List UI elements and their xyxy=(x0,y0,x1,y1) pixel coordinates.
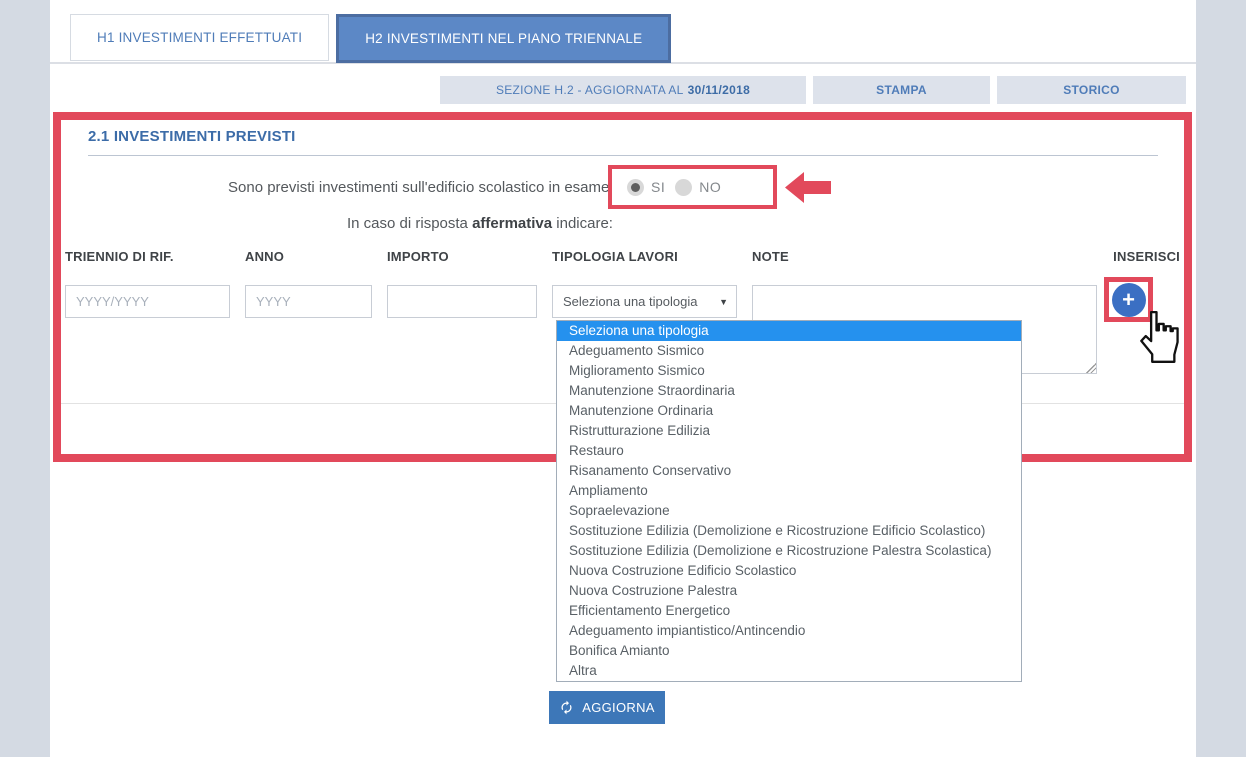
dropdown-option[interactable]: Sostituzione Edilizia (Demolizione e Ric… xyxy=(557,541,1021,561)
hint-suffix: indicare: xyxy=(552,215,613,232)
dropdown-option[interactable]: Nuova Costruzione Palestra xyxy=(557,581,1021,601)
section-status-label: SEZIONE H.2 - AGGIORNATA AL xyxy=(496,83,684,97)
stampa-button[interactable]: STAMPA xyxy=(813,76,990,104)
refresh-icon xyxy=(559,700,574,715)
header-importo: IMPORTO xyxy=(387,249,449,264)
dropdown-option[interactable]: Manutenzione Ordinaria xyxy=(557,401,1021,421)
dropdown-option[interactable]: Ristrutturazione Edilizia xyxy=(557,421,1021,441)
header-tipologia-lavori: TIPOLOGIA LAVORI xyxy=(552,249,678,264)
storico-button[interactable]: STORICO xyxy=(997,76,1186,104)
importo-input[interactable] xyxy=(387,285,537,318)
triennio-input[interactable] xyxy=(65,285,230,318)
dropdown-option[interactable]: Seleziona una tipologia xyxy=(557,321,1021,341)
tipologia-dropdown-list: Seleziona una tipologia Adeguamento Sism… xyxy=(556,320,1022,682)
red-arrow-icon xyxy=(785,171,831,204)
aggiorna-button[interactable]: AGGIORNA xyxy=(549,691,665,724)
dropdown-option[interactable]: Ampliamento xyxy=(557,481,1021,501)
dropdown-option[interactable]: Miglioramento Sismico xyxy=(557,361,1021,381)
panel-title: 2.1 INVESTIMENTI PREVISTI xyxy=(88,128,296,145)
section-updated-date: 30/11/2018 xyxy=(688,83,750,97)
left-margin-strip xyxy=(0,0,50,757)
hint-prefix: In caso di risposta xyxy=(347,215,472,232)
radio-group-highlight: SI NO xyxy=(608,165,777,209)
dropdown-option[interactable]: Nuova Costruzione Edificio Scolastico xyxy=(557,561,1021,581)
header-note: NOTE xyxy=(752,249,789,264)
dropdown-option[interactable]: Sostituzione Edilizia (Demolizione e Ric… xyxy=(557,521,1021,541)
anno-input[interactable] xyxy=(245,285,372,318)
tipologia-select[interactable]: Seleziona una tipologia ▼ xyxy=(552,285,737,318)
header-triennio: TRIENNIO DI RIF. xyxy=(65,249,174,264)
insert-button-highlight: + xyxy=(1104,277,1153,322)
hint-line: In caso di risposta affermativa indicare… xyxy=(347,215,613,232)
dropdown-option[interactable]: Restauro xyxy=(557,441,1021,461)
dropdown-option[interactable]: Altra xyxy=(557,661,1021,681)
dropdown-option[interactable]: Manutenzione Straordinaria xyxy=(557,381,1021,401)
radio-no[interactable] xyxy=(675,179,692,196)
page: H1 INVESTIMENTI EFFETTUATI H2 INVESTIMEN… xyxy=(0,0,1246,757)
panel-title-rule xyxy=(88,155,1158,156)
dropdown-option[interactable]: Adeguamento Sismico xyxy=(557,341,1021,361)
header-inserisci: INSERISCI xyxy=(1113,249,1180,264)
tab-bar: H1 INVESTIMENTI EFFETTUATI H2 INVESTIMEN… xyxy=(70,14,671,63)
dropdown-option[interactable]: Adeguamento impiantistico/Antincendio xyxy=(557,621,1021,641)
tab-h2-investimenti-piano-triennale[interactable]: H2 INVESTIMENTI NEL PIANO TRIENNALE xyxy=(336,14,671,63)
investments-question-label: Sono previsti investimenti sull'edificio… xyxy=(228,179,618,196)
dropdown-option[interactable]: Bonifica Amianto xyxy=(557,641,1021,661)
header-anno: ANNO xyxy=(245,249,284,264)
tab-h1-investimenti-effettuati[interactable]: H1 INVESTIMENTI EFFETTUATI xyxy=(70,14,329,61)
dropdown-option[interactable]: Efficientamento Energetico xyxy=(557,601,1021,621)
radio-no-label: NO xyxy=(699,179,721,195)
right-margin-strip xyxy=(1196,0,1246,757)
tipologia-select-value: Seleziona una tipologia xyxy=(563,294,715,309)
section-status-bar[interactable]: SEZIONE H.2 - AGGIORNATA AL 30/11/2018 xyxy=(440,76,806,104)
dropdown-option[interactable]: Sopraelevazione xyxy=(557,501,1021,521)
aggiorna-label: AGGIORNA xyxy=(582,700,654,715)
hint-bold: affermativa xyxy=(472,215,552,232)
insert-plus-button[interactable]: + xyxy=(1112,283,1146,317)
radio-si[interactable] xyxy=(627,179,644,196)
radio-si-label: SI xyxy=(651,179,665,195)
chevron-down-icon: ▼ xyxy=(719,297,728,307)
dropdown-option[interactable]: Risanamento Conservativo xyxy=(557,461,1021,481)
